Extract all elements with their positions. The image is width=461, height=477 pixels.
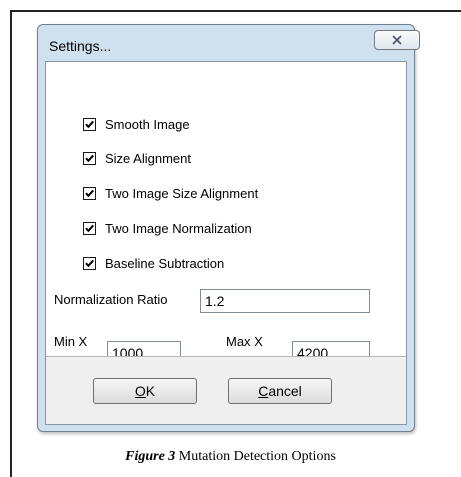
checkbox-row-size-alignment[interactable]: Size Alignment [83, 150, 191, 166]
figure-caption-text: Mutation Detection Options [175, 449, 336, 464]
two-image-normalization-label: Two Image Normalization [105, 220, 252, 236]
checkbox-row-two-image-size-alignment[interactable]: Two Image Size Alignment [83, 185, 258, 201]
settings-dialog: Settings... Smooth Image Size Alignment [37, 24, 420, 432]
size-alignment-checkbox[interactable] [83, 151, 96, 165]
ok-button-label: K [145, 383, 156, 399]
baseline-subtraction-label: Baseline Subtraction [105, 255, 225, 271]
title-bar[interactable]: Settings... [38, 25, 420, 59]
checkbox-row-two-image-normalization[interactable]: Two Image Normalization [83, 220, 252, 236]
dialog-title: Settings... [49, 38, 112, 54]
checkbox-row-baseline-subtraction[interactable]: Baseline Subtraction [83, 255, 224, 271]
page-border-top [10, 10, 461, 12]
min-x-label: Min X [54, 334, 88, 349]
baseline-subtraction-checkbox[interactable] [83, 256, 96, 270]
max-x-label: Max X [226, 334, 263, 349]
figure-caption: Figure 3 Mutation Detection Options [0, 449, 461, 465]
close-icon [391, 35, 403, 45]
checkmark-icon [85, 224, 94, 232]
figure-caption-label: Figure 3 [125, 449, 176, 464]
checkmark-icon [85, 189, 94, 197]
cancel-button-accelerator: C [258, 383, 269, 399]
two-image-size-alignment-checkbox[interactable] [83, 186, 96, 200]
checkbox-row-smooth-image[interactable]: Smooth Image [83, 116, 190, 132]
normalization-ratio-input[interactable] [200, 289, 370, 313]
normalization-ratio-label: Normalization Ratio [54, 292, 168, 307]
page-border-left [10, 10, 12, 477]
close-button[interactable] [374, 30, 420, 50]
size-alignment-label: Size Alignment [105, 150, 191, 166]
ok-button-accelerator: O [134, 383, 146, 399]
dialog-client-area: Smooth Image Size Alignment Two Image Si… [45, 61, 407, 425]
cancel-button-label: ancel [268, 383, 302, 399]
ok-button[interactable]: OK [93, 378, 197, 404]
checkmark-icon [85, 120, 94, 128]
two-image-size-alignment-label: Two Image Size Alignment [105, 185, 259, 201]
cancel-button[interactable]: Cancel [228, 378, 332, 404]
smooth-image-checkbox[interactable] [83, 117, 96, 131]
checkmark-icon [85, 154, 94, 162]
button-bar: OK Cancel [46, 356, 406, 424]
two-image-normalization-checkbox[interactable] [83, 221, 96, 235]
smooth-image-label: Smooth Image [105, 116, 190, 132]
checkmark-icon [85, 259, 94, 267]
